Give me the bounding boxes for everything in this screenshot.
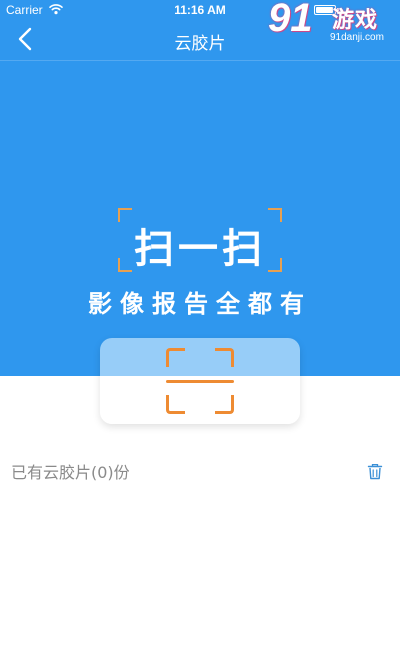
trash-icon[interactable] <box>367 463 383 480</box>
scan-button[interactable] <box>100 338 300 424</box>
header-background <box>0 0 400 376</box>
hero-frame: 扫一扫 <box>118 208 282 272</box>
scan-corner-top-left <box>166 348 185 367</box>
scan-corner-top-right <box>215 348 234 367</box>
scan-corner-bottom-right <box>215 395 234 414</box>
scan-icon <box>166 348 234 414</box>
film-count-label: 已有云胶片(0)份 <box>11 463 130 482</box>
scan-line <box>166 380 234 383</box>
page-title: 云胶片 <box>174 34 226 54</box>
hero-subtitle: 影像报告全都有 <box>88 290 312 318</box>
nav-divider <box>0 60 400 61</box>
scan-corner-bottom-left <box>166 395 185 414</box>
hero-title: 扫一扫 <box>134 226 266 272</box>
